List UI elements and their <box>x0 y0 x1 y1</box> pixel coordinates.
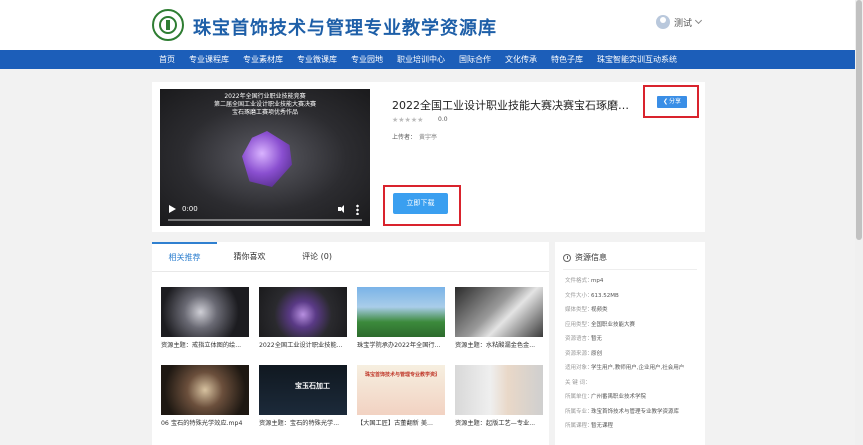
list-item[interactable]: 宝玉石加工 资源主题：宝石的特殊光学... <box>259 365 347 427</box>
list-item[interactable]: 珠宝学院承办2022年全国行... <box>357 287 445 349</box>
avatar-icon <box>656 15 670 29</box>
page-scrollbar[interactable] <box>855 0 863 445</box>
video-progress-bar[interactable] <box>168 219 362 221</box>
resource-title: 2022全国工业设计职业技能大赛决赛宝石琢磨工赛项优秀作品 <box>392 99 637 112</box>
resource-info-panel: 资源信息 文件格式：mp4 文件大小：613.52MB 媒体类型：视频类应用类型：全… <box>555 242 705 445</box>
tab-related[interactable]: 相关推荐 <box>152 242 217 272</box>
video-time: 0:00 <box>182 205 198 213</box>
list-item[interactable]: 资源主题：水粘酸漏金色金... <box>455 287 543 349</box>
tab-bar: 相关推荐 猜你喜欢 评论 (0) <box>152 242 549 272</box>
nav-item-2[interactable]: 专业素材库 <box>236 50 290 69</box>
divider <box>563 269 697 270</box>
volume-icon[interactable] <box>338 205 347 213</box>
info-row: 资源语言：暂无 <box>565 336 603 342</box>
nav-item-6[interactable]: 国际合作 <box>452 50 498 69</box>
info-panel-title: 资源信息 <box>563 252 607 263</box>
list-item[interactable]: 资源主题：戒指立体图的绘... <box>161 287 249 349</box>
share-icon: ❮ <box>662 98 668 105</box>
nav-item-1[interactable]: 专业课程库 <box>182 50 236 69</box>
video-controls: 0:00 <box>160 196 370 226</box>
resource-card: 2022年全国行业职业技能竞赛 第二届全国工业设计职业技能大赛决赛 宝石琢磨工赛… <box>152 82 705 232</box>
user-name: 测试 <box>674 18 693 29</box>
list-item[interactable]: 2022全国工业设计职业技能... <box>259 287 347 349</box>
info-row: 适用对象：学生用户,教师用户,企业用户,社会用户 <box>565 365 685 371</box>
rating-stars[interactable]: ★★★★★ <box>392 116 423 124</box>
tab-comments[interactable]: 评论 (0) <box>282 242 352 272</box>
uploader: 上传者： 黄宇亭 <box>392 134 438 141</box>
info-row: 文件大小：613.52MB <box>565 292 619 299</box>
video-player[interactable]: 2022年全国行业职业技能竞赛 第二届全国工业设计职业技能大赛决赛 宝石琢磨工赛… <box>160 89 370 226</box>
more-options-icon[interactable] <box>356 204 359 215</box>
info-row: 文件格式：mp4 <box>565 278 604 284</box>
info-icon <box>563 253 571 262</box>
info-row: 所属课程：暂无课程 <box>565 423 614 429</box>
thumbnail-ring <box>161 287 249 337</box>
rating-score: 0.0 <box>438 116 448 123</box>
info-row: 关 键 词： <box>565 379 591 386</box>
list-item[interactable]: 珠宝首饰技术与管理专业教学资源库 【大国工匠】古董翻新 美... <box>357 365 445 427</box>
main-nav: 首页 专业课程库 专业素材库 专业微课库 专业园地 职业培训中心 国际合作 文化传承 特色子库珠… <box>0 50 863 69</box>
nav-item-9[interactable]: 珠宝智能实训互动系统 <box>590 50 684 69</box>
nav-item-7[interactable]: 文化传承 <box>498 50 544 69</box>
info-row: 所属单位：广州番禺职业技术学院 <box>565 394 647 400</box>
school-logo-icon[interactable] <box>152 9 184 41</box>
nav-item-3[interactable]: 专业微课库 <box>290 50 344 69</box>
thumbnail-event <box>357 287 445 337</box>
list-item[interactable]: 资源主题：起版工艺—专业... <box>455 365 543 427</box>
nav-item-8[interactable]: 特色子库 <box>544 50 590 69</box>
tab-guess-like[interactable]: 猜你喜欢 <box>217 242 282 272</box>
nav-item-5[interactable]: 职业培训中心 <box>390 50 452 69</box>
thumbnail-optics <box>161 365 249 415</box>
thumbnail-poster: 珠宝首饰技术与管理专业教学资源库 <box>357 365 445 415</box>
thumbnail-workshop <box>455 287 543 337</box>
play-icon[interactable] <box>169 205 176 213</box>
thumbnail-gem-process: 宝玉石加工 <box>259 365 347 415</box>
info-row: 资源来源：原创 <box>565 350 603 357</box>
site-title[interactable]: 珠宝首饰技术与管理专业教学资源库 <box>193 14 497 40</box>
video-caption: 2022年全国行业职业技能竞赛 第二届全国工业设计职业技能大赛决赛 宝石琢磨工赛… <box>213 93 316 116</box>
info-row: 应用类型：全国职业技能大赛 <box>565 321 636 328</box>
chevron-down-icon <box>694 16 703 25</box>
nav-item-4[interactable]: 专业园地 <box>344 50 390 69</box>
list-item[interactable]: 06 宝石的特殊光学效应.mp4 <box>161 365 249 427</box>
thumbnail-gem <box>259 287 347 337</box>
info-row: 所属专业：珠宝首饰技术与管理专业教学资源库 <box>565 408 680 415</box>
recommend-panel: 相关推荐 猜你喜欢 评论 (0) 资源主题：戒指立体图的绘... 2022全国工… <box>152 242 549 445</box>
scrollbar-thumb[interactable] <box>856 0 862 240</box>
gemstone-image <box>242 131 292 187</box>
user-menu[interactable]: 测试 <box>656 15 703 29</box>
thumbnail-lecture <box>455 365 543 415</box>
site-header: 珠宝首饰技术与管理专业教学资源库 测试 <box>0 0 863 50</box>
nav-item-0[interactable]: 首页 <box>152 50 182 69</box>
info-row: 媒体类型：视频类 <box>565 307 608 313</box>
share-button[interactable]: ❮分享 <box>657 96 687 108</box>
download-button[interactable]: 立即下载 <box>393 193 448 214</box>
